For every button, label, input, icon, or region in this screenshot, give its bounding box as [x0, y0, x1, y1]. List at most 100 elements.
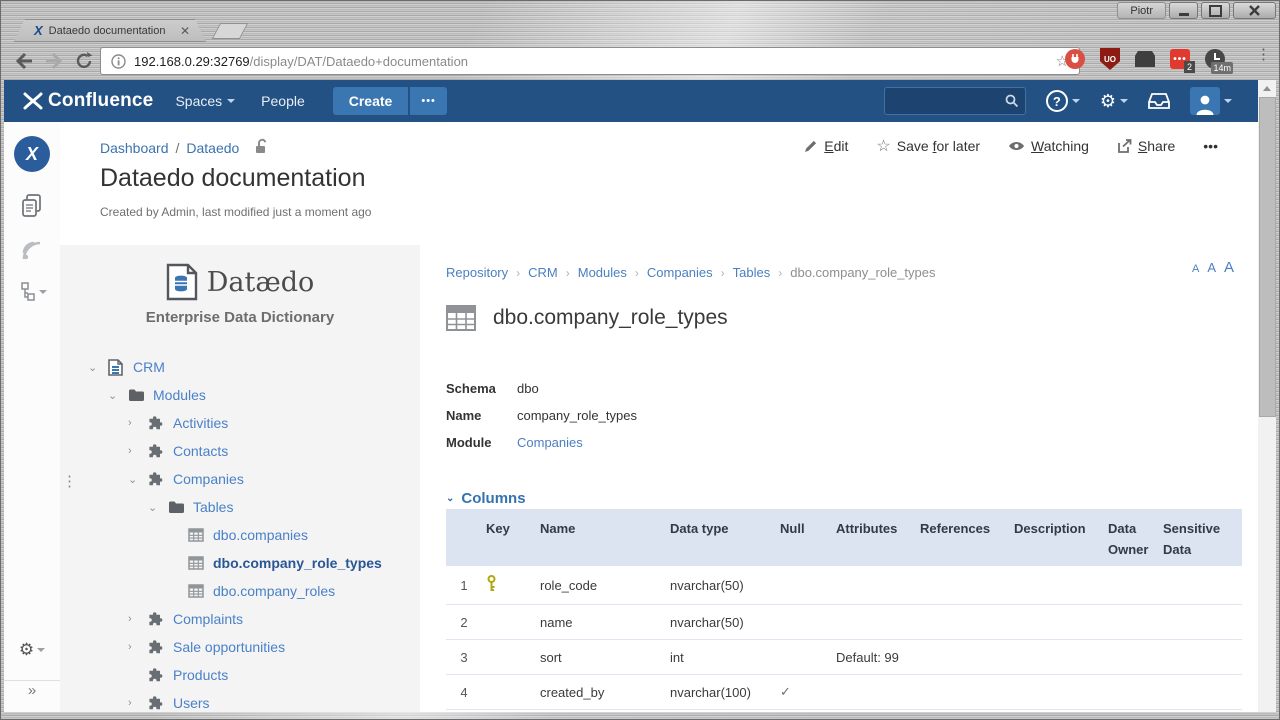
- browser-window: Piotr X Dataedo documentation ✕ 192.: [0, 0, 1280, 720]
- maximize-button[interactable]: [1201, 2, 1230, 19]
- tree-chevron-icon[interactable]: ›: [128, 417, 148, 429]
- sidebar-resize-grip[interactable]: ⋮: [62, 477, 77, 486]
- columns-section-toggle[interactable]: ⌄ Columns: [446, 490, 526, 507]
- extension-ublock-button[interactable]: UO: [1099, 48, 1121, 70]
- content-breadcrumb-repository[interactable]: Repository: [446, 265, 508, 280]
- refresh-button[interactable]: [72, 49, 96, 73]
- hierarchy-nav-button[interactable]: [4, 282, 60, 302]
- font-size-small-button[interactable]: A: [1192, 263, 1199, 275]
- browser-profile-button[interactable]: Piotr: [1117, 2, 1166, 19]
- tree-item-sale-opportunities[interactable]: ›Sale opportunities: [60, 633, 420, 661]
- watching-button[interactable]: Watching: [1008, 138, 1089, 154]
- tree-chevron-icon[interactable]: ›: [128, 697, 148, 709]
- tree-chevron-icon[interactable]: ›: [128, 445, 148, 457]
- forward-button[interactable]: [42, 49, 66, 73]
- search-icon[interactable]: [1005, 94, 1019, 108]
- create-more-button[interactable]: •••: [410, 87, 447, 115]
- eye-icon: [1008, 140, 1025, 152]
- content-breadcrumb-modules[interactable]: Modules: [578, 265, 627, 280]
- notifications-button[interactable]: [1148, 92, 1170, 110]
- tree-item-dbo-companies[interactable]: dbo.companies: [60, 521, 420, 549]
- tree-item-users[interactable]: ›Users: [60, 689, 420, 712]
- restrictions-button[interactable]: [254, 138, 269, 157]
- create-button[interactable]: Create: [333, 87, 409, 115]
- minimize-button[interactable]: [1169, 2, 1198, 19]
- tree-item-activities[interactable]: ›Activities: [60, 409, 420, 437]
- nav-item-people[interactable]: People: [261, 93, 305, 109]
- for-later-button[interactable]: ☆Save for later: [876, 136, 980, 156]
- scrollbar-thumb[interactable]: [1259, 97, 1276, 417]
- chrome-menu-button[interactable]: ⋮: [1256, 51, 1262, 58]
- tab-close-icon[interactable]: ✕: [180, 26, 190, 36]
- tree-item-companies[interactable]: ⌄Companies: [60, 465, 420, 493]
- settings-menu-button[interactable]: ⚙: [1100, 92, 1128, 110]
- window-titlebar: Piotr: [0, 0, 1280, 20]
- tree-chevron-icon[interactable]: ⌄: [108, 389, 128, 402]
- references-cell: [916, 675, 1010, 710]
- puzzle-icon: [148, 443, 164, 459]
- chevron-down-icon: [37, 648, 45, 652]
- extension-clock-button[interactable]: 14m: [1204, 48, 1226, 70]
- page-info-icon[interactable]: [111, 54, 126, 69]
- extension-dots-button[interactable]: ••• 2: [1169, 48, 1191, 70]
- breadcrumb-link-dataedo[interactable]: Dataedo: [186, 140, 239, 156]
- tree-item-dbo-company-role-types[interactable]: dbo.company_role_types: [60, 549, 420, 577]
- breadcrumb-link-dashboard[interactable]: Dashboard: [100, 140, 169, 156]
- tree-item-complaints[interactable]: ›Complaints: [60, 605, 420, 633]
- expand-sidebar-button[interactable]: »: [4, 682, 60, 699]
- space-tools-button[interactable]: ⚙: [4, 640, 60, 660]
- back-button[interactable]: [12, 49, 36, 73]
- blog-nav-button[interactable]: [4, 240, 60, 262]
- content-breadcrumb-tables[interactable]: Tables: [733, 265, 771, 280]
- key-cell: [482, 675, 536, 710]
- edit-button[interactable]: Edit: [804, 138, 848, 154]
- pages-nav-button[interactable]: [4, 194, 60, 218]
- extension-plug-button[interactable]: [1064, 48, 1086, 70]
- tree-chevron-icon[interactable]: ›: [128, 613, 148, 625]
- action-label: Save for later: [897, 138, 980, 154]
- url-bar[interactable]: 192.168.0.29:32769/display/DAT/Dataedo+d…: [100, 47, 1080, 75]
- tree-chevron-icon[interactable]: ⌄: [148, 501, 168, 514]
- breadcrumb-separator: ›: [635, 266, 639, 280]
- more-actions-button[interactable]: •••: [1203, 138, 1218, 154]
- vertical-scrollbar[interactable]: [1258, 80, 1276, 712]
- data-type-cell: nvarchar(50): [666, 605, 776, 640]
- column-header: [446, 509, 482, 566]
- tree-item-crm[interactable]: ⌄CRM: [60, 353, 420, 381]
- tree-chevron-icon[interactable]: ⌄: [88, 361, 108, 374]
- tree-item-dbo-company-roles[interactable]: dbo.company_roles: [60, 577, 420, 605]
- confluence-nav: Spaces People: [175, 93, 304, 109]
- scroll-up-button[interactable]: [1258, 80, 1276, 96]
- tree-item-tables[interactable]: ⌄Tables: [60, 493, 420, 521]
- tree-item-label: Products: [173, 667, 228, 683]
- space-logo[interactable]: X: [14, 136, 50, 172]
- confluence-logo[interactable]: Confluence: [22, 90, 153, 112]
- user-menu-button[interactable]: [1190, 87, 1232, 115]
- row-number: 4: [446, 675, 482, 710]
- back-icon: [14, 52, 34, 70]
- columns-heading: Columns: [461, 490, 525, 507]
- search-input[interactable]: [885, 88, 1025, 114]
- tree-item-contacts[interactable]: ›Contacts: [60, 437, 420, 465]
- page-byline: Created by Admin, last modified just a m…: [100, 205, 371, 219]
- close-button[interactable]: [1233, 2, 1276, 19]
- help-menu-button[interactable]: ?: [1046, 90, 1080, 112]
- tree-item-products[interactable]: Products: [60, 661, 420, 689]
- font-size-large-button[interactable]: A: [1224, 259, 1234, 276]
- font-size-medium-button[interactable]: A: [1207, 260, 1216, 275]
- tree-item-modules[interactable]: ⌄Modules: [60, 381, 420, 409]
- tree-chevron-icon[interactable]: ›: [128, 641, 148, 653]
- new-tab-button[interactable]: [212, 23, 249, 39]
- nav-item-spaces[interactable]: Spaces: [175, 93, 235, 109]
- column-header: Data Owner: [1104, 509, 1159, 566]
- extension-inbox-button[interactable]: [1134, 48, 1156, 70]
- meta-value-link[interactable]: Companies: [517, 435, 583, 450]
- data-type-cell: nvarchar(50): [666, 566, 776, 605]
- attributes-cell: Default: 99: [832, 640, 916, 675]
- tree-chevron-icon[interactable]: ⌄: [128, 473, 148, 486]
- share-button[interactable]: Share: [1117, 138, 1175, 154]
- content-breadcrumb-crm[interactable]: CRM: [528, 265, 558, 280]
- browser-tab[interactable]: X Dataedo documentation ✕: [14, 19, 206, 42]
- puzzle-icon: [148, 695, 164, 711]
- content-breadcrumb-companies[interactable]: Companies: [647, 265, 713, 280]
